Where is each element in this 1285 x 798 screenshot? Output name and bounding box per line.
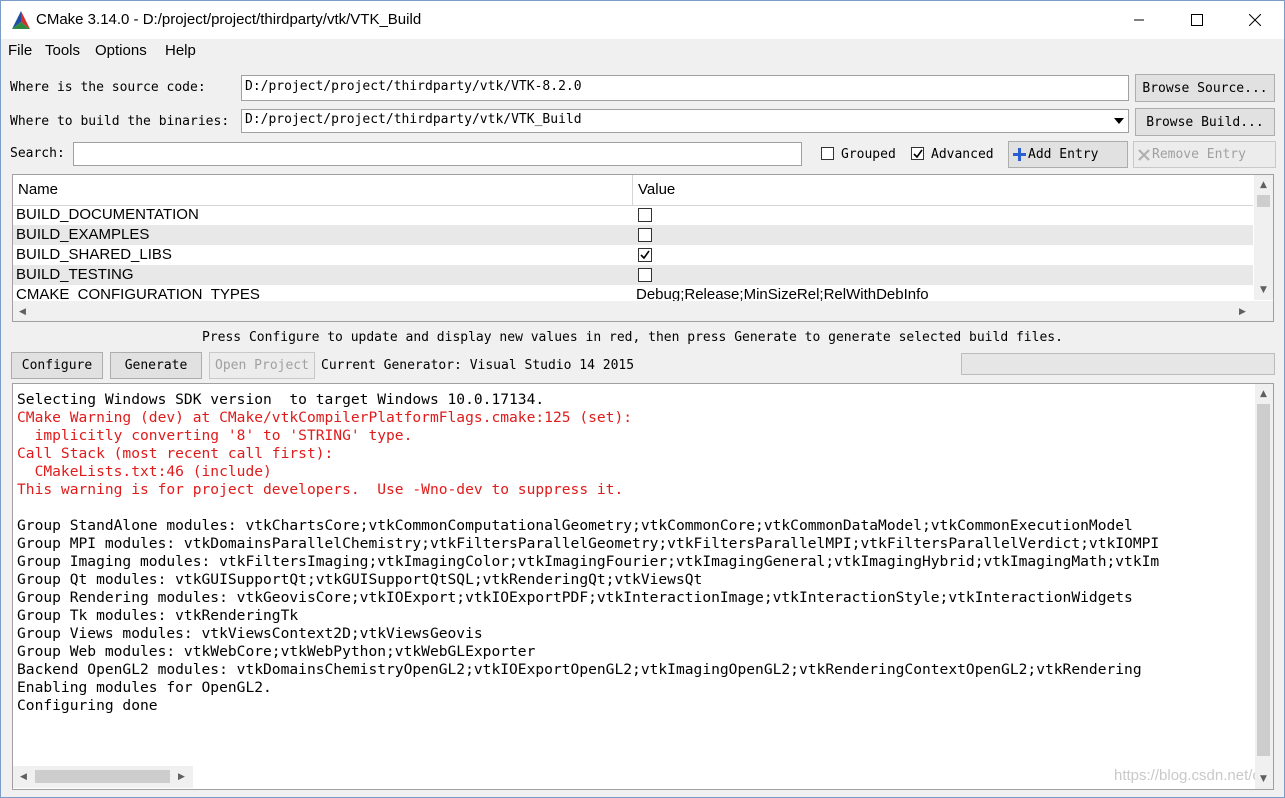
scroll-up-icon[interactable]: ▲ <box>1255 176 1272 193</box>
scroll-right-icon[interactable]: ▶ <box>1234 303 1251 320</box>
log-line: Selecting Windows SDK version to target … <box>17 391 545 408</box>
cache-table: Name Value BUILD_DOCUMENTATION BUILD_EXA… <box>12 174 1274 322</box>
advanced-label: Advanced <box>931 147 994 162</box>
log-line: Group Tk modules: vtkRenderingTk <box>17 607 299 624</box>
grouped-label: Grouped <box>841 147 896 162</box>
log-line: Group Views modules: vtkViewsContext2D;v… <box>17 625 483 642</box>
dropdown-arrow-icon[interactable] <box>1114 118 1124 126</box>
log-line: Group Web modules: vtkWebCore;vtkWebPyth… <box>17 643 536 660</box>
scroll-up-icon[interactable]: ▲ <box>1255 385 1272 402</box>
table-row[interactable]: BUILD_SHARED_LIBS <box>13 245 1253 265</box>
log-line: Group Imaging modules: vtkFiltersImaging… <box>17 553 1160 570</box>
search-label: Search: <box>10 146 65 161</box>
entry-name: BUILD_EXAMPLES <box>16 226 150 243</box>
browse-build-button[interactable]: Browse Build... <box>1135 108 1275 136</box>
cmake-logo-icon <box>12 11 30 29</box>
checkmark-icon <box>640 250 650 260</box>
remove-entry-label: Remove Entry <box>1152 147 1246 162</box>
open-project-button[interactable]: Open Project <box>209 352 315 379</box>
table-row[interactable]: BUILD_EXAMPLES <box>13 225 1253 245</box>
entry-checkbox[interactable] <box>638 248 652 262</box>
build-label: Where to build the binaries: <box>10 114 230 129</box>
grouped-checkbox[interactable] <box>821 147 834 160</box>
cmake-window: CMake 3.14.0 - D:/project/project/thirdp… <box>0 0 1285 798</box>
log-line: Group Qt modules: vtkGUISupportQt;vtkGUI… <box>17 571 703 588</box>
entry-checkbox[interactable] <box>638 208 652 222</box>
scroll-down-icon[interactable]: ▼ <box>1255 770 1272 787</box>
entry-checkbox[interactable] <box>638 228 652 242</box>
maximize-icon <box>1191 14 1203 26</box>
generate-button[interactable]: Generate <box>110 352 202 379</box>
watermark-text: https://blog.csdn.net/charce <box>1114 767 1273 784</box>
remove-entry-button[interactable]: Remove Entry <box>1133 141 1276 168</box>
scroll-left-icon[interactable]: ◀ <box>14 303 31 320</box>
configure-button[interactable]: Configure <box>11 352 103 379</box>
close-button[interactable] <box>1226 1 1284 39</box>
add-entry-label: Add Entry <box>1028 147 1099 162</box>
log-line: Enabling modules for OpenGL2. <box>17 679 272 696</box>
add-entry-button[interactable]: Add Entry <box>1008 141 1128 168</box>
plus-icon <box>1013 148 1026 161</box>
table-horizontal-scrollbar[interactable]: ◀ ▶ <box>13 301 1273 321</box>
scroll-down-icon[interactable]: ▼ <box>1255 281 1272 298</box>
minimize-button[interactable] <box>1110 1 1168 39</box>
entry-checkbox[interactable] <box>638 268 652 282</box>
checkmark-icon <box>913 149 923 159</box>
column-name-header[interactable]: Name <box>18 181 58 198</box>
menu-bar: File Tools Options Help <box>1 39 1284 63</box>
table-vertical-scrollbar[interactable]: ▲ ▼ <box>1254 175 1273 300</box>
current-generator-text: Current Generator: Visual Studio 14 2015 <box>321 358 635 373</box>
hint-text: Press Configure to update and display ne… <box>202 330 1063 345</box>
log-line: Call Stack (most recent call first): <box>17 445 334 462</box>
log-line: CMakeLists.txt:46 (include) <box>17 463 272 480</box>
column-value-header[interactable]: Value <box>638 181 675 198</box>
output-vertical-scrollbar[interactable]: ▲ ▼ <box>1255 384 1273 789</box>
scroll-thumb[interactable] <box>1257 404 1270 756</box>
table-header: Name Value <box>13 175 1253 206</box>
menu-tools[interactable]: Tools <box>45 42 80 59</box>
advanced-checkbox[interactable] <box>911 147 924 160</box>
minimize-icon <box>1134 19 1144 21</box>
maximize-button[interactable] <box>1168 1 1226 39</box>
scroll-thumb[interactable] <box>1257 195 1270 207</box>
progress-bar <box>961 353 1275 375</box>
scroll-thumb[interactable] <box>35 770 170 783</box>
output-horizontal-scrollbar[interactable]: ◀ ▶ <box>13 766 193 788</box>
output-log[interactable]: Selecting Windows SDK version to target … <box>12 383 1274 790</box>
log-line: CMake Warning (dev) at CMake/vtkCompiler… <box>17 409 633 426</box>
scroll-left-icon[interactable]: ◀ <box>15 768 32 785</box>
entry-name: BUILD_DOCUMENTATION <box>16 206 199 223</box>
table-row[interactable]: BUILD_TESTING <box>13 265 1253 285</box>
column-separator[interactable] <box>632 175 633 205</box>
entry-name: BUILD_TESTING <box>16 266 134 283</box>
build-combobox[interactable]: D:/project/project/thirdparty/vtk/VTK_Bu… <box>241 109 1129 133</box>
source-value: D:/project/project/thirdparty/vtk/VTK-8.… <box>245 79 582 94</box>
log-line: Backend OpenGL2 modules: vtkDomainsChemi… <box>17 661 1142 678</box>
remove-x-icon <box>1138 148 1150 161</box>
close-icon <box>1249 14 1261 26</box>
log-line: Group StandAlone modules: vtkChartsCore;… <box>17 517 1133 534</box>
menu-options[interactable]: Options <box>95 42 147 59</box>
log-line: Group Rendering modules: vtkGeovisCore;v… <box>17 589 1133 606</box>
log-line: Group MPI modules: vtkDomainsParallelChe… <box>17 535 1160 552</box>
source-label: Where is the source code: <box>10 80 206 95</box>
search-input[interactable] <box>73 142 802 166</box>
title-bar[interactable]: CMake 3.14.0 - D:/project/project/thirdp… <box>1 1 1284 39</box>
build-value: D:/project/project/thirdparty/vtk/VTK_Bu… <box>245 112 582 127</box>
scroll-right-icon[interactable]: ▶ <box>173 768 190 785</box>
entry-name: BUILD_SHARED_LIBS <box>16 246 172 263</box>
table-row[interactable]: BUILD_DOCUMENTATION <box>13 205 1253 225</box>
browse-source-button[interactable]: Browse Source... <box>1135 74 1275 102</box>
menu-help[interactable]: Help <box>165 42 196 59</box>
log-line: Configuring done <box>17 697 158 714</box>
window-title: CMake 3.14.0 - D:/project/project/thirdp… <box>36 11 422 28</box>
source-input[interactable]: D:/project/project/thirdparty/vtk/VTK-8.… <box>241 75 1129 101</box>
log-line: implicitly converting '8' to 'STRING' ty… <box>17 427 413 444</box>
log-line: This warning is for project developers. … <box>17 481 624 498</box>
menu-file[interactable]: File <box>8 42 32 59</box>
